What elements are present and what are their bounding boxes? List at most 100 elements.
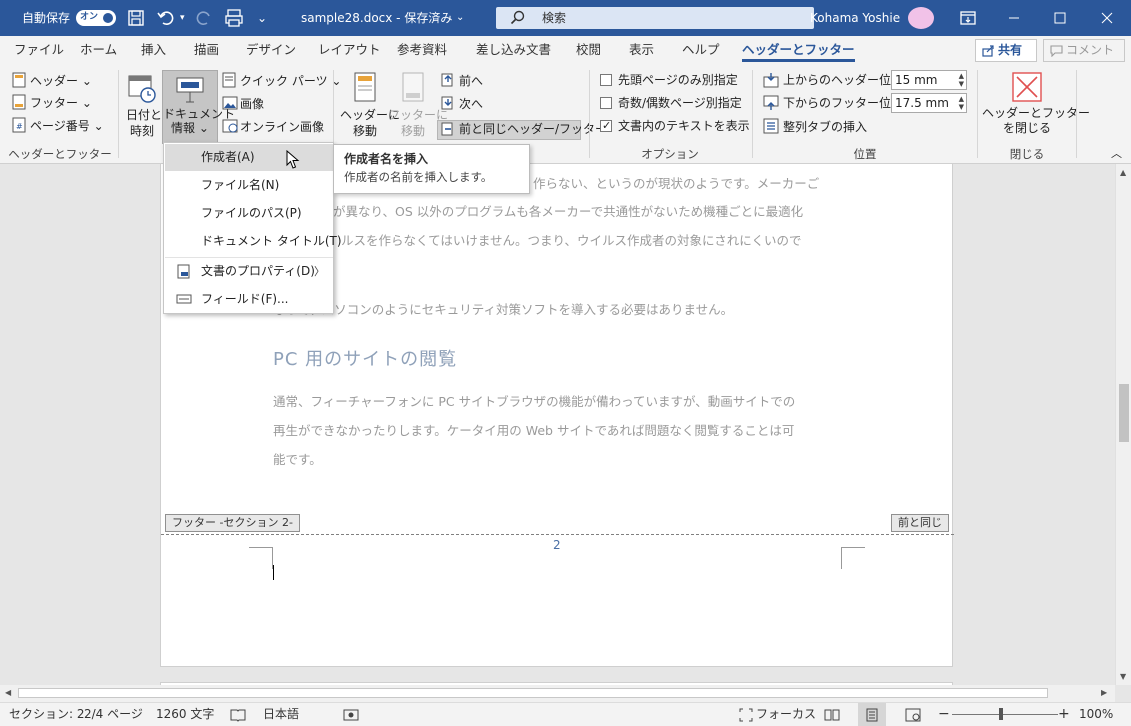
image-button[interactable]: 画像 (240, 96, 264, 112)
print-preview-icon[interactable] (224, 8, 244, 28)
submenu-chevron-icon: 〉 (314, 265, 325, 278)
horizontal-scrollbar[interactable]: ◀ ▶ (0, 685, 1115, 702)
status-word-count[interactable]: 1260 文字 (156, 703, 214, 726)
align-tab-button[interactable]: 整列タブの挿入 (783, 119, 867, 135)
user-name[interactable]: Kohama Yoshie (810, 0, 900, 36)
footer-position-label: 下からのフッター位置: (783, 96, 908, 110)
zoom-slider-track[interactable] (952, 714, 1058, 715)
spinner-arrows-icon[interactable]: ▲ ▼ (959, 72, 964, 88)
vertical-scrollbar[interactable]: ▲ ▼ (1115, 164, 1131, 685)
zoom-in-button[interactable]: + (1058, 703, 1070, 726)
search-box[interactable]: 検索 (496, 7, 814, 29)
tab-header-footer[interactable]: ヘッダーとフッター (742, 36, 855, 64)
status-language[interactable]: 日本語 (263, 703, 299, 726)
tab-design[interactable]: デザイン (246, 36, 296, 64)
undo-icon[interactable] (156, 8, 176, 28)
share-button[interactable]: 共有 (975, 39, 1037, 62)
link-previous-icon (441, 122, 453, 136)
quick-parts-button[interactable]: クイック パーツ ⌄ (240, 73, 341, 89)
goto-footer-button: フッターに 移動 (388, 107, 448, 139)
menu-item-document-property[interactable]: 文書のプロパティ(D) 〉 (165, 258, 333, 285)
tab-home[interactable]: ホーム (80, 36, 117, 64)
zoom-out-button[interactable]: − (938, 703, 950, 726)
tab-file[interactable]: ファイル (14, 36, 64, 64)
ribbon-display-options-icon[interactable] (958, 8, 978, 28)
goto-footer-icon (402, 72, 424, 102)
online-image-button[interactable]: オンライン画像 (240, 119, 324, 135)
scroll-right-icon[interactable]: ▶ (1101, 688, 1107, 697)
page-number-button[interactable]: ページ番号 ⌄ (30, 118, 104, 134)
read-mode-icon[interactable] (824, 708, 840, 722)
footer-position-input[interactable]: 17.5 mm ▲ ▼ (891, 93, 967, 113)
menu-item-document-title[interactable]: ドキュメント タイトル(T) (165, 228, 342, 255)
macro-record-icon[interactable] (343, 708, 359, 722)
comment-button[interactable]: コメント (1043, 39, 1125, 62)
doc-text-line: 作らない、というのが現状のようです。メーカーご (533, 176, 820, 191)
scroll-left-icon[interactable]: ◀ (5, 688, 11, 697)
undo-dropdown-icon[interactable]: ▾ (180, 0, 185, 36)
close-icon[interactable] (1084, 0, 1130, 36)
next-icon (441, 96, 453, 110)
date-time-icon (128, 75, 156, 103)
maximize-icon[interactable] (1037, 0, 1083, 36)
web-layout-icon[interactable] (905, 708, 921, 722)
footer-section-tag: フッター -セクション 2- (165, 514, 300, 532)
close-line1: ヘッダーとフッター (982, 106, 1091, 120)
tab-review[interactable]: 校閲 (576, 36, 601, 64)
tab-references[interactable]: 参考資料 (397, 36, 447, 64)
vertical-scroll-thumb[interactable] (1119, 384, 1129, 442)
menu-item-file-path[interactable]: ファイルのパス(P) (165, 200, 333, 227)
horizontal-scroll-thumb[interactable] (18, 688, 1048, 698)
qat-customize-icon[interactable]: ⌄ (257, 0, 267, 36)
page-number-icon: # (12, 117, 26, 133)
tab-mailings[interactable]: 差し込み文書 (476, 36, 551, 64)
scroll-up-icon[interactable]: ▲ (1120, 168, 1126, 177)
title-chevron-icon[interactable]: ⌄ (456, 0, 464, 36)
first-page-checkbox[interactable]: 先頭ページのみ別指定 (600, 72, 738, 88)
document-title[interactable]: sample28.docx - 保存済み (301, 0, 452, 36)
document-property-icon (177, 264, 190, 279)
status-section[interactable]: セクション: 2 (9, 703, 85, 726)
show-text-checkbox[interactable]: 文書内のテキストを表示 (600, 118, 750, 134)
date-time-line2: 時刻 (129, 124, 154, 138)
odd-even-checkbox[interactable]: 奇数/偶数ページ別指定 (600, 95, 742, 111)
tab-view[interactable]: 表示 (629, 36, 654, 64)
autosave-label: 自動保存 (22, 11, 71, 25)
save-icon[interactable] (126, 8, 146, 28)
avatar[interactable] (908, 7, 934, 29)
focus-button[interactable]: フォーカス (756, 703, 816, 726)
collapse-ribbon-icon[interactable]: ︿ (1111, 146, 1122, 162)
footer-position-value: 17.5 mm (895, 96, 949, 110)
proofing-icon[interactable] (230, 708, 246, 722)
tab-draw[interactable]: 描画 (194, 36, 219, 64)
header-button[interactable]: ヘッダー ⌄ (30, 73, 92, 89)
tab-layout[interactable]: レイアウト (318, 36, 381, 64)
mouse-pointer-icon (286, 150, 300, 169)
menu-item-author[interactable]: 作成者(A) (165, 144, 333, 171)
footer-button[interactable]: フッター ⌄ (30, 95, 92, 111)
tooltip-description: 作成者の名前を挿入します。 (344, 170, 493, 184)
zoom-level[interactable]: 100% (1079, 703, 1113, 726)
doc-text-line: 再生ができなかったりします。ケータイ用の Web サイトであれば問題なく閲覧する… (273, 423, 795, 438)
menu-item-field[interactable]: フィールド(F)... (165, 286, 333, 313)
goto-header-button[interactable]: ヘッダーに 移動 (340, 107, 400, 139)
tab-insert[interactable]: 挿入 (141, 36, 166, 64)
header-position-input[interactable]: 15 mm ▲ ▼ (891, 70, 967, 90)
minimize-icon[interactable] (991, 0, 1037, 36)
text-cursor (273, 565, 274, 580)
tab-help[interactable]: ヘルプ (682, 36, 720, 64)
spinner-arrows-icon[interactable]: ▲ ▼ (959, 95, 964, 111)
next-button[interactable]: 次へ (459, 96, 483, 112)
search-placeholder: 検索 (542, 11, 567, 25)
previous-button[interactable]: 前へ (459, 73, 483, 89)
date-time-button[interactable]: 日付と 時刻 (126, 107, 162, 139)
menu-item-file-name[interactable]: ファイル名(N) (165, 172, 333, 199)
autosave-toggle[interactable]: オン (76, 10, 116, 26)
status-page[interactable]: 2/4 ページ (84, 703, 143, 726)
ribbon-tabs: ファイル ホーム 挿入 描画 デザイン レイアウト 参考資料 差し込み文書 校閲… (0, 36, 1131, 64)
close-header-footer-button[interactable]: ヘッダーとフッター を閉じる (982, 106, 1090, 136)
scroll-down-icon[interactable]: ▼ (1120, 672, 1126, 681)
zoom-slider-thumb[interactable] (999, 708, 1003, 720)
print-layout-button[interactable] (858, 703, 886, 726)
tooltip: 作成者名を挿入 作成者の名前を挿入します。 (333, 144, 530, 194)
